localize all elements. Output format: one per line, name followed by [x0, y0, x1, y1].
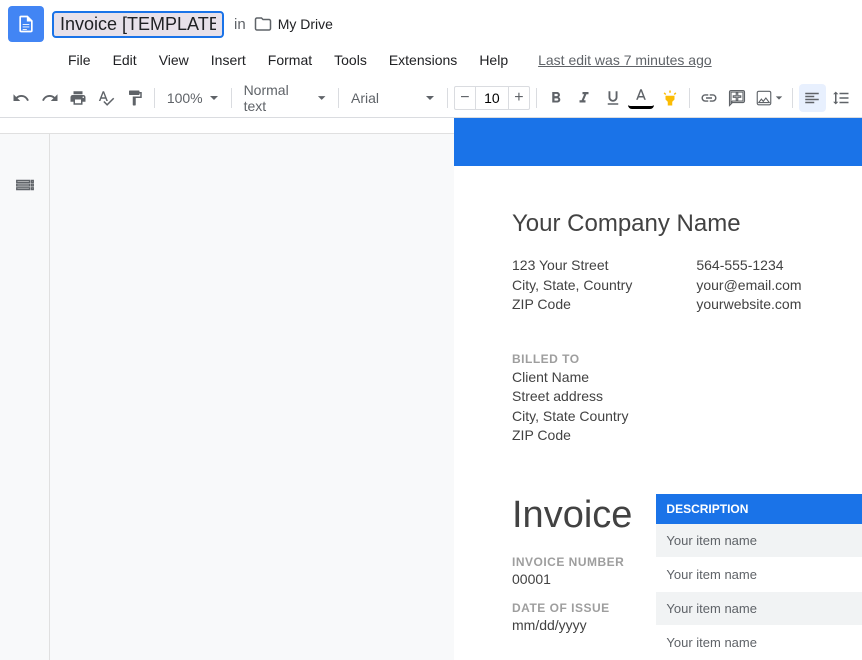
header-band: [454, 118, 862, 166]
chevron-down-icon: [425, 93, 435, 103]
separator: [536, 88, 537, 108]
font-size-input[interactable]: [476, 86, 508, 110]
address-zip: ZIP Code: [512, 295, 632, 315]
print-icon[interactable]: [65, 84, 91, 112]
separator: [231, 88, 232, 108]
menu-edit[interactable]: Edit: [105, 48, 145, 72]
invoice-number-label: INVOICE NUMBER: [512, 555, 632, 569]
decrease-font-size-button[interactable]: −: [454, 86, 476, 110]
separator: [338, 88, 339, 108]
menu-help[interactable]: Help: [471, 48, 516, 72]
company-contact[interactable]: 564-555-1234 your@email.com yourwebsite.…: [696, 256, 801, 315]
insert-image-icon[interactable]: [752, 84, 786, 112]
item-row[interactable]: Your item name: [656, 524, 862, 558]
address-city: City, State, Country: [512, 276, 632, 296]
menu-extensions[interactable]: Extensions: [381, 48, 465, 72]
billed-street: Street address: [512, 387, 862, 407]
item-row[interactable]: Your item name: [656, 558, 862, 592]
highlight-icon[interactable]: [656, 84, 682, 112]
separator: [154, 88, 155, 108]
description-header: DESCRIPTION: [656, 494, 862, 524]
paint-format-icon[interactable]: [122, 84, 148, 112]
invoice-title-col[interactable]: Invoice INVOICE NUMBER 00001 DATE OF ISS…: [512, 494, 632, 660]
menu-view[interactable]: View: [151, 48, 197, 72]
menu-tools[interactable]: Tools: [326, 48, 375, 72]
font-select[interactable]: Arial: [345, 88, 441, 108]
billed-to-section[interactable]: BILLED TO Client Name Street address Cit…: [512, 351, 862, 446]
menu-format[interactable]: Format: [260, 48, 320, 72]
chevron-down-icon: [317, 93, 326, 103]
outline-icon[interactable]: [14, 174, 36, 196]
insert-link-icon[interactable]: [696, 84, 722, 112]
invoice-number-value: 00001: [512, 571, 632, 587]
undo-icon[interactable]: [8, 84, 34, 112]
chevron-down-icon: [209, 93, 219, 103]
menu-insert[interactable]: Insert: [203, 48, 254, 72]
italic-icon[interactable]: [571, 84, 597, 112]
company-address[interactable]: 123 Your Street City, State, Country ZIP…: [512, 256, 632, 315]
underline-icon[interactable]: [600, 84, 626, 112]
separator: [447, 88, 448, 108]
paragraph-style-select[interactable]: Normal text: [238, 80, 332, 116]
add-comment-icon[interactable]: [724, 84, 750, 112]
document-content[interactable]: Your Company Name 123 Your Street City, …: [454, 166, 862, 660]
in-label: in: [234, 16, 246, 33]
contact-phone: 564-555-1234: [696, 256, 801, 276]
contact-email: your@email.com: [696, 276, 801, 296]
document-title-input[interactable]: [52, 11, 224, 38]
zoom-value: 100%: [167, 90, 203, 106]
menu-bar: File Edit View Insert Format Tools Exten…: [0, 44, 862, 78]
font-size-group: − +: [454, 86, 530, 110]
item-row[interactable]: Your item name: [656, 626, 862, 660]
text-color-icon[interactable]: [628, 87, 654, 109]
redo-icon[interactable]: [36, 84, 62, 112]
company-name[interactable]: Your Company Name: [512, 210, 862, 238]
contact-website: yourwebsite.com: [696, 295, 801, 315]
billed-name: Client Name: [512, 368, 862, 388]
last-edit-link[interactable]: Last edit was 7 minutes ago: [538, 52, 712, 68]
line-spacing-icon[interactable]: [828, 84, 854, 112]
billed-zip: ZIP Code: [512, 426, 862, 446]
document-page[interactable]: Your Company Name 123 Your Street City, …: [454, 118, 862, 660]
separator: [792, 88, 793, 108]
zoom-select[interactable]: 100%: [161, 88, 225, 108]
address-street: 123 Your Street: [512, 256, 632, 276]
bold-icon[interactable]: [543, 84, 569, 112]
spellcheck-icon[interactable]: [93, 84, 119, 112]
left-sidebar: [0, 134, 50, 660]
style-value: Normal text: [244, 82, 311, 114]
folder-name: My Drive: [278, 16, 333, 32]
billed-city: City, State Country: [512, 407, 862, 427]
font-value: Arial: [351, 90, 379, 106]
separator: [689, 88, 690, 108]
item-row[interactable]: Your item name: [656, 592, 862, 626]
header-bar: in My Drive: [0, 0, 862, 44]
toolbar: 100% Normal text Arial − +: [0, 78, 862, 118]
docs-logo-icon[interactable]: [8, 6, 44, 42]
menu-file[interactable]: File: [60, 48, 99, 72]
date-of-issue-value: mm/dd/yyyy: [512, 617, 632, 633]
folder-location[interactable]: My Drive: [254, 15, 333, 33]
chevron-down-icon: [775, 89, 783, 107]
date-of-issue-label: DATE OF ISSUE: [512, 601, 632, 615]
invoice-title: Invoice: [512, 494, 632, 537]
items-table[interactable]: DESCRIPTION Your item name Your item nam…: [656, 494, 862, 660]
increase-font-size-button[interactable]: +: [508, 86, 530, 110]
align-left-icon[interactable]: [799, 84, 825, 112]
billed-to-label: BILLED TO: [512, 351, 862, 368]
